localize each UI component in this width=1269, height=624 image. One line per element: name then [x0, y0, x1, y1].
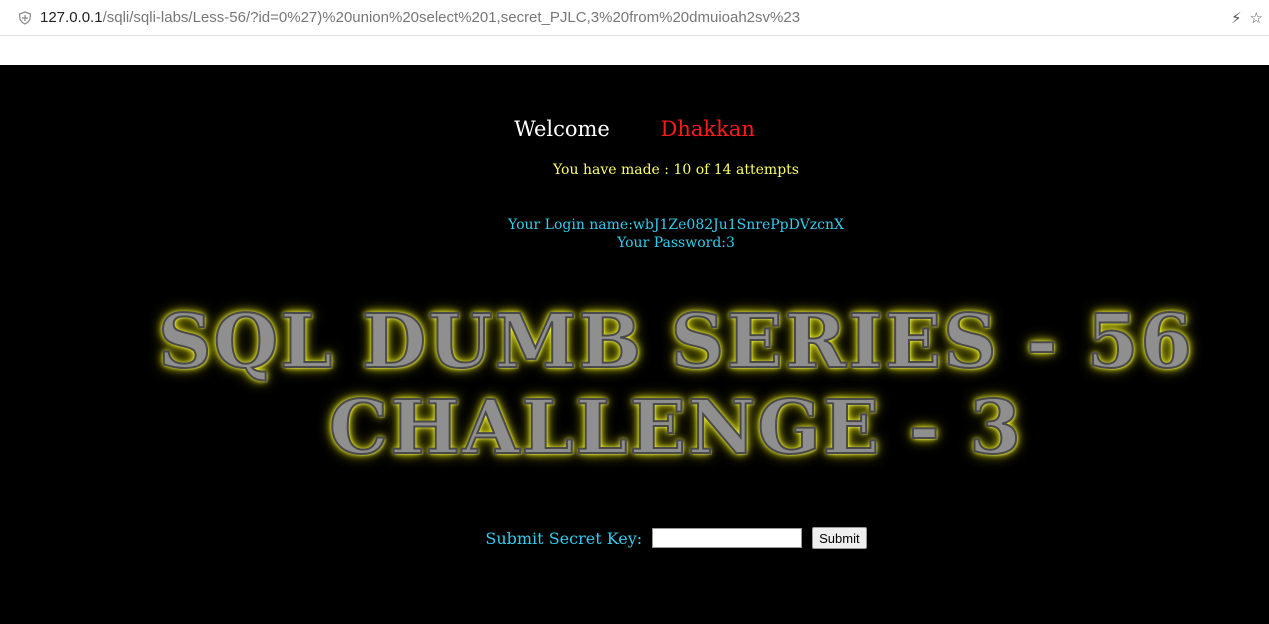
url-path: /sqli/sqli-labs/Less-56/?id=0%27)%20unio…	[102, 9, 801, 26]
url-host: 127.0.0.1	[40, 9, 103, 26]
secret-key-label: Submit Secret Key:	[485, 528, 643, 548]
toolbar-gap	[0, 36, 1269, 65]
banner-image: SQL DUMB SERIES - 56 CHALLENGE - 3	[0, 299, 1269, 471]
secret-key-input[interactable]	[652, 528, 803, 548]
attempts-text: You have made : 10 of 14 attempts	[553, 162, 799, 178]
submit-button[interactable]: Submit	[812, 527, 867, 549]
secret-key-form: Submit Secret Key: Submit	[0, 527, 1269, 549]
page-content: Welcome Dhakkan You have made : 10 of 14…	[0, 65, 1269, 624]
browser-address-bar[interactable]: 127.0.0.1/sqli/sqli-labs/Less-56/?id=0%2…	[0, 0, 1269, 36]
welcome-label: Welcome	[514, 117, 610, 141]
banner-line-2: CHALLENGE - 3	[328, 385, 1023, 471]
shield-icon	[18, 10, 32, 25]
banner-line-1: SQL DUMB SERIES - 56	[157, 299, 1194, 385]
star-icon[interactable]: ☆	[1250, 9, 1263, 27]
login-name: Your Login name:wbJ1Ze082Ju1SnrePpDVzcnX	[508, 217, 844, 233]
login-password: Your Password:3	[617, 235, 735, 251]
lightning-icon[interactable]: ⚡	[1231, 9, 1242, 27]
login-info: Your Login name:wbJ1Ze082Ju1SnrePpDVzcnX…	[0, 216, 1269, 252]
url-text[interactable]: 127.0.0.1/sqli/sqli-labs/Less-56/?id=0%2…	[40, 9, 800, 26]
user-name: Dhakkan	[660, 117, 755, 141]
welcome-line: Welcome Dhakkan	[0, 117, 1269, 141]
